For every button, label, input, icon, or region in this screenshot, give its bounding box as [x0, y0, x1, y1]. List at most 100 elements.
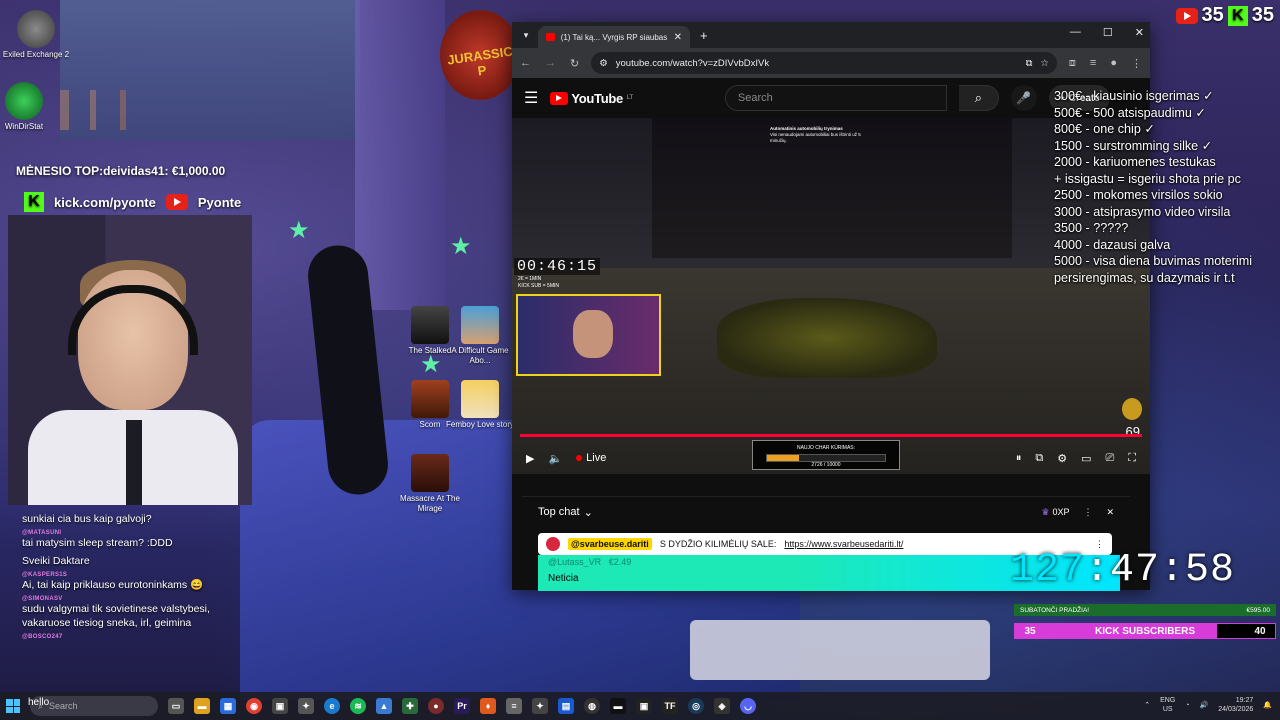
crown-icon: ♛: [1041, 506, 1050, 517]
desktop-icon-exiled-exchange[interactable]: Exiled Exchange 2: [0, 10, 72, 60]
subathon-clock: 127:47:58: [1010, 548, 1236, 593]
chat-message: @KASPERS1S Ai, tai kaip priklauso euroto…: [22, 572, 204, 591]
search-icon[interactable]: ⌕: [958, 85, 999, 111]
youtube-channel-name: Pyonte: [197, 194, 242, 210]
windows-start-icon[interactable]: [6, 699, 20, 713]
youtube-favicon-icon: [546, 33, 555, 41]
terminal-icon[interactable]: ▬: [610, 698, 626, 714]
spotify-icon[interactable]: ≋: [350, 698, 366, 714]
app-icon[interactable]: ✦: [298, 698, 314, 714]
streamer-webcam: [8, 215, 252, 505]
volume-icon[interactable]: 🔈: [548, 452, 562, 465]
video-webcam: [516, 294, 661, 376]
browser-tab[interactable]: (1) Tai ką... Vyrgis RP siaubas. B... ✕: [538, 26, 690, 48]
reading-list-icon[interactable]: ≡: [1090, 57, 1096, 70]
donation-goal-item: + issigastu = isgeriu shota prie pc: [1054, 171, 1241, 186]
bookmark-star-icon[interactable]: ☆: [1040, 58, 1049, 69]
donation-goal-item: 500€ - 500 atsispaudimu ✓: [1054, 105, 1206, 120]
donation-goal-item: 4000 - dazausi galva: [1054, 237, 1171, 252]
desktop-icon-windirstat[interactable]: WinDirStat: [0, 82, 60, 132]
forward-icon[interactable]: →: [545, 57, 556, 70]
language-indicator[interactable]: ENG US: [1160, 696, 1175, 714]
play-icon[interactable]: ▶: [526, 452, 534, 465]
live-badge[interactable]: Live: [576, 452, 606, 464]
tab-search-icon[interactable]: ▾: [518, 27, 534, 43]
notepad-icon[interactable]: ▤: [558, 698, 574, 714]
miniplayer-icon[interactable]: ▭: [1081, 452, 1091, 465]
youtube-logo[interactable]: YouTube LT: [550, 91, 633, 106]
cast-icon[interactable]: ⎚: [1105, 452, 1114, 465]
taskbar-search[interactable]: ⌕ Search: [30, 696, 158, 716]
tab-close-icon[interactable]: ✕: [674, 32, 682, 43]
edge-icon[interactable]: e: [324, 698, 340, 714]
chat-message: @BOSCO247: [22, 634, 63, 640]
url-field[interactable]: ⚙ youtube.com/watch?v=zDIVvbDxIVk ⧉ ☆: [591, 52, 1057, 74]
kick-link: kick.com/pyonte: [54, 194, 156, 210]
social-links: K kick.com/pyonte Pyonte: [24, 192, 241, 212]
tray-chevron-icon[interactable]: ⌃: [1144, 701, 1150, 709]
profile-icon[interactable]: ●: [1110, 57, 1117, 70]
install-icon[interactable]: ⧉: [1026, 58, 1033, 69]
browser-menu-icon[interactable]: ⋮: [1131, 57, 1142, 70]
kick-icon: K: [1227, 5, 1248, 26]
app-icon[interactable]: ▣: [272, 698, 288, 714]
captions-icon[interactable]: ⧉: [1035, 452, 1043, 465]
desktop-icon-massacre[interactable]: Massacre At The Mirage: [394, 454, 466, 514]
app-icon[interactable]: ▣: [636, 698, 652, 714]
extensions-icon[interactable]: ⧈: [1069, 57, 1076, 70]
obs-icon[interactable]: ●: [428, 698, 444, 714]
kick-subscribers-bar: 35 KICK SUBSCRIBERS 40: [1014, 623, 1276, 639]
task-view-icon[interactable]: ▭: [168, 698, 184, 714]
notifications-icon[interactable]: 🔔: [1263, 701, 1272, 709]
live-progress-bar[interactable]: [520, 434, 1142, 437]
app-icon[interactable]: ✚: [402, 698, 418, 714]
microphone-icon[interactable]: 🎤: [1010, 85, 1037, 111]
photos-icon[interactable]: ▲: [376, 698, 392, 714]
chat-close-icon[interactable]: ✕: [1106, 507, 1114, 518]
volume-tray-icon[interactable]: 🔊: [1200, 701, 1209, 709]
steam-icon[interactable]: ◎: [688, 698, 704, 714]
pause-chat-icon[interactable]: ⏸: [1016, 452, 1022, 465]
desktop-screen: JURASSIC P ★ ★ ★ 35 K 35 Exiled Exchange…: [0, 0, 1280, 720]
chat-message: Sveiki Daktare: [22, 555, 90, 567]
network-icon[interactable]: ◔: [1185, 702, 1189, 709]
maximize-icon[interactable]: ☐: [1103, 26, 1113, 39]
youtube-logo-icon: [165, 194, 188, 210]
close-window-icon[interactable]: ✕: [1135, 26, 1144, 39]
stream-chat-overlay: sunkiai cia bus kaip galvoji? @MATASUNI …: [22, 512, 232, 644]
app-icon[interactable]: ◍: [584, 698, 600, 714]
chat-mode-dropdown[interactable]: Top chat: [538, 506, 580, 518]
app-icon[interactable]: ◈: [714, 698, 730, 714]
xp-badge[interactable]: ♛ 0XP: [1041, 507, 1069, 518]
desktop-icon-femboy-love[interactable]: Femboy Love story: [444, 380, 516, 430]
tf-icon[interactable]: TF: [662, 698, 678, 714]
new-tab-button[interactable]: +: [700, 28, 708, 43]
youtube-icon: [1175, 7, 1198, 24]
pinned-link[interactable]: https://www.svarbeusedariti.lt/: [784, 539, 903, 549]
youtube-search-input[interactable]: Search: [724, 85, 947, 111]
desktop-icon-difficult-game[interactable]: A Difficult Game Abo...: [444, 306, 516, 366]
window-controls: — ☐ ✕: [1070, 26, 1144, 39]
minimize-icon[interactable]: —: [1070, 26, 1081, 39]
donation-goal-item: 300€ - kiausinio isgerimas ✓: [1054, 89, 1214, 103]
discord-icon[interactable]: ◡: [740, 698, 756, 714]
notepad-icon[interactable]: ≡: [506, 698, 522, 714]
brave-icon[interactable]: ♦: [480, 698, 496, 714]
fullscreen-icon[interactable]: ⛶: [1128, 452, 1136, 465]
room-curtain: [355, 0, 445, 310]
store-icon[interactable]: ▦: [220, 698, 236, 714]
file-explorer-icon[interactable]: ▬: [194, 698, 210, 714]
back-icon[interactable]: ←: [520, 57, 531, 70]
reload-icon[interactable]: ↻: [570, 57, 579, 70]
hamburger-menu-icon[interactable]: ☰: [524, 88, 538, 108]
premiere-icon[interactable]: Pr: [454, 698, 470, 714]
chevron-down-icon[interactable]: ⌄: [584, 506, 593, 519]
chrome-icon[interactable]: ◉: [246, 698, 262, 714]
taskbar-clock[interactable]: 19:27 24/03/2026: [1218, 696, 1253, 714]
chat-more-icon[interactable]: ⋮: [1083, 507, 1092, 518]
settings-gear-icon[interactable]: ⚙: [1057, 452, 1067, 465]
site-info-icon[interactable]: ⚙: [599, 58, 608, 69]
massacre-icon: [411, 454, 449, 492]
donation-goal-item: persirengimas, su dazymais ir t.t: [1054, 270, 1235, 285]
app-icon[interactable]: ✦: [532, 698, 548, 714]
